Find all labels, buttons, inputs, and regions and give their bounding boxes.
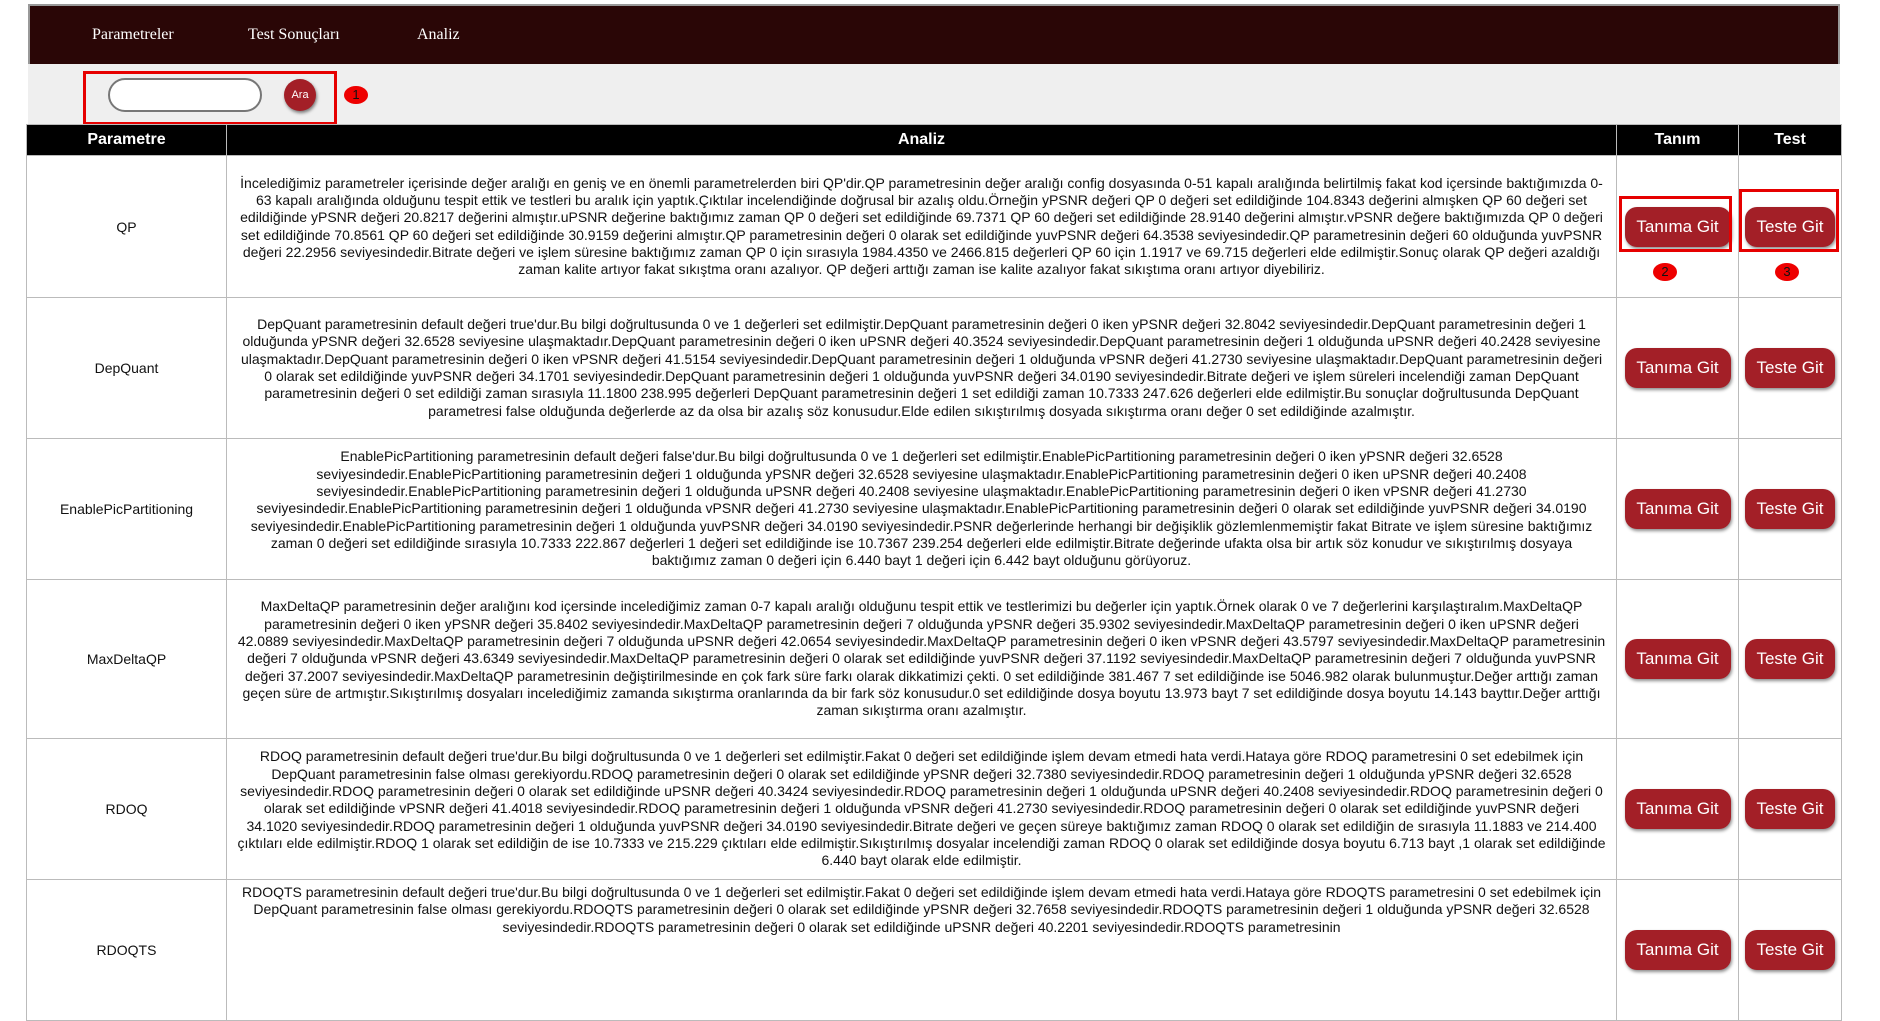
annotation-marker-1: 1 <box>344 86 368 104</box>
table-header-row: Parametre Analiz Tanım Test <box>26 124 1842 156</box>
analysis-text: RDOQ parametresinin default değeri true'… <box>226 738 1617 880</box>
table-row: RDOQ RDOQ parametresinin default değeri … <box>26 738 1842 880</box>
table-row: EnablePicPartitioning EnablePicPartition… <box>26 438 1842 580</box>
param-name: EnablePicPartitioning <box>26 438 227 580</box>
tanima-git-button[interactable]: Tanıma Git <box>1624 789 1731 829</box>
teste-git-button[interactable]: Teste Git <box>1745 789 1835 829</box>
param-name: RDOQ <box>26 738 227 880</box>
param-name: RDOQTS <box>26 879 227 1021</box>
tanima-git-button[interactable]: Tanıma Git <box>1624 930 1731 970</box>
tanima-highlight-box <box>1619 196 1732 252</box>
annotation-marker-3: 3 <box>1775 263 1799 281</box>
tanima-git-button[interactable]: Tanıma Git <box>1624 489 1731 529</box>
teste-git-button[interactable]: Teste Git <box>1745 639 1835 679</box>
tanima-git-button[interactable]: Tanıma Git <box>1624 348 1731 388</box>
analysis-text: DepQuant parametresinin default değeri t… <box>226 297 1617 439</box>
header-parametre: Parametre <box>26 124 227 156</box>
header-test: Test <box>1738 124 1842 156</box>
analysis-text: RDOQTS parametresinin default değeri tru… <box>226 879 1617 1021</box>
analysis-text: MaxDeltaQP parametresinin değer aralığın… <box>226 579 1617 739</box>
teste-git-button[interactable]: Teste Git <box>1745 348 1835 388</box>
param-name: QP <box>26 155 227 298</box>
param-name: DepQuant <box>26 297 227 439</box>
top-navbar: Parametreler Test Sonuçları Analiz <box>28 4 1840 64</box>
search-bar: Ara 1 <box>28 64 1840 125</box>
parameter-analysis-table: Parametre Analiz Tanım Test QP İncelediğ… <box>26 124 1842 1021</box>
header-analiz: Analiz <box>226 124 1617 156</box>
search-button[interactable]: Ara <box>284 79 316 111</box>
tanima-git-button[interactable]: Tanıma Git <box>1624 639 1731 679</box>
analysis-text: İncelediğimiz parametreler içerisinde de… <box>226 155 1617 298</box>
nav-link-test-sonuclari[interactable]: Test Sonuçları <box>248 26 340 44</box>
analysis-text: EnablePicPartitioning parametresinin def… <box>226 438 1617 580</box>
table-row: MaxDeltaQP MaxDeltaQP parametresinin değ… <box>26 579 1842 739</box>
table-row: DepQuant DepQuant parametresinin default… <box>26 297 1842 439</box>
table-row: RDOQTS RDOQTS parametresinin default değ… <box>26 879 1842 1021</box>
header-tanim: Tanım <box>1616 124 1739 156</box>
nav-link-parametreler[interactable]: Parametreler <box>92 26 174 44</box>
teste-git-button[interactable]: Teste Git <box>1745 489 1835 529</box>
teste-highlight-box <box>1739 189 1839 252</box>
search-input[interactable] <box>108 78 262 112</box>
teste-git-button[interactable]: Teste Git <box>1745 930 1835 970</box>
annotation-marker-2: 2 <box>1653 263 1677 281</box>
nav-link-analiz[interactable]: Analiz <box>417 26 460 44</box>
param-name: MaxDeltaQP <box>26 579 227 739</box>
table-row: QP İncelediğimiz parametreler içerisinde… <box>26 155 1842 298</box>
